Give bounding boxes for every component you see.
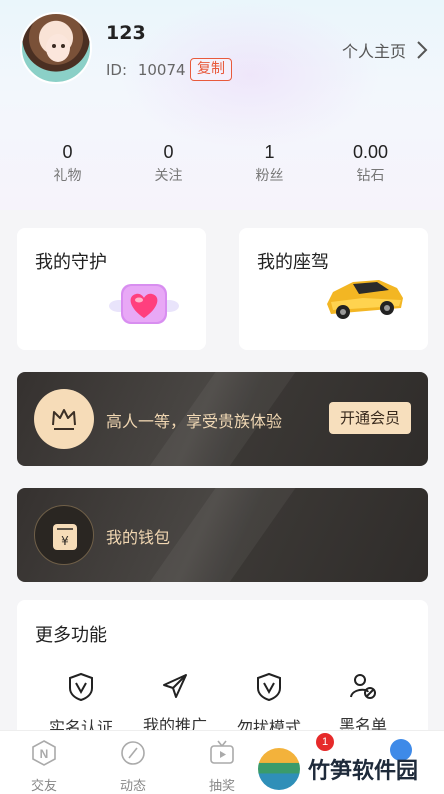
sports-car-icon — [327, 280, 403, 319]
wallet-label: 我的钱包 — [106, 528, 171, 547]
stat-following[interactable]: 0 关注 — [118, 142, 219, 185]
watermark-logo-icon — [258, 748, 300, 790]
stats-row: 0 礼物 0 关注 1 粉丝 0.00 钻石 — [0, 142, 444, 185]
avatar-eye — [61, 44, 65, 48]
tab-label: 抽奖 — [208, 779, 235, 794]
tab-lottery[interactable]: 抽奖 — [192, 739, 252, 794]
avatar[interactable] — [20, 12, 92, 84]
tab-label: 交友 — [30, 779, 57, 794]
stat-fans[interactable]: 1 粉丝 — [219, 142, 320, 185]
chevron-right-icon — [417, 41, 428, 59]
personal-homepage-link[interactable]: 个人主页 — [342, 38, 428, 62]
stat-label: 粉丝 — [255, 168, 284, 184]
stat-value: 0 — [163, 142, 174, 162]
stat-label: 关注 — [154, 168, 183, 184]
more-functions-title: 更多功能 — [35, 625, 107, 646]
user-id-value: 10074 — [137, 61, 186, 79]
avatar-face — [46, 34, 70, 62]
n-badge-icon: N — [32, 740, 56, 766]
user-id-label: ID: — [106, 61, 128, 79]
username: 123 — [106, 22, 146, 44]
user-id: ID: 10074 — [106, 61, 186, 79]
tab-moments[interactable]: 动态 — [103, 739, 163, 794]
copy-id-button[interactable]: 复制 — [190, 58, 232, 81]
my-car-card[interactable]: 我的座驾 — [239, 228, 428, 350]
my-guard-card[interactable]: 我的守护 — [17, 228, 206, 350]
open-membership-button[interactable]: 开通会员 — [329, 402, 411, 434]
heart-envelope-icon — [109, 284, 179, 324]
stat-diamonds[interactable]: 0.00 钻石 — [320, 142, 421, 185]
stat-value: 0 — [62, 142, 73, 162]
more-functions-panel: 更多功能 实名认证 我的推广 勿扰模式 黑名单 — [17, 600, 428, 740]
shield-v-icon — [257, 672, 281, 702]
stat-label: 礼物 — [53, 168, 82, 184]
tab-label: 动态 — [119, 779, 146, 794]
func-do-not-disturb[interactable]: 勿扰模式 — [224, 672, 314, 738]
avatar-eye — [52, 44, 56, 48]
tv-icon — [210, 740, 234, 764]
wallet-yen-icon: ¥ — [53, 524, 77, 550]
wallet-banner[interactable]: ¥ 我的钱包 — [17, 488, 428, 582]
stat-value: 1 — [264, 142, 275, 162]
my-guard-title: 我的守护 — [35, 252, 107, 273]
svg-text:¥: ¥ — [61, 534, 69, 548]
watermark-text: 竹笋软件园 — [308, 759, 419, 784]
my-car-title: 我的座驾 — [257, 252, 329, 273]
vip-slogan: 高人一等，享受贵族体验 — [106, 412, 283, 431]
func-blacklist[interactable]: 黑名单 — [318, 672, 408, 736]
crown-icon-circle — [34, 389, 94, 449]
func-realname-auth[interactable]: 实名认证 — [36, 672, 126, 738]
compass-icon — [121, 741, 145, 765]
stat-value: 0.00 — [352, 142, 389, 162]
watermark: 竹笋软件园 — [258, 748, 444, 790]
vip-banner[interactable]: 高人一等，享受贵族体验 开通会员 — [17, 372, 428, 466]
stat-label: 钻石 — [356, 168, 385, 184]
func-my-promotion[interactable]: 我的推广 — [130, 672, 220, 736]
shield-v-icon — [69, 672, 93, 702]
user-block-icon — [350, 674, 376, 699]
paper-plane-icon — [163, 674, 187, 698]
wallet-icon-circle: ¥ — [34, 505, 94, 565]
personal-homepage-label: 个人主页 — [341, 42, 406, 61]
tab-friends[interactable]: N 交友 — [14, 739, 74, 794]
stat-gifts[interactable]: 0 礼物 — [17, 142, 118, 185]
crown-icon — [52, 409, 76, 430]
svg-text:N: N — [40, 747, 49, 761]
